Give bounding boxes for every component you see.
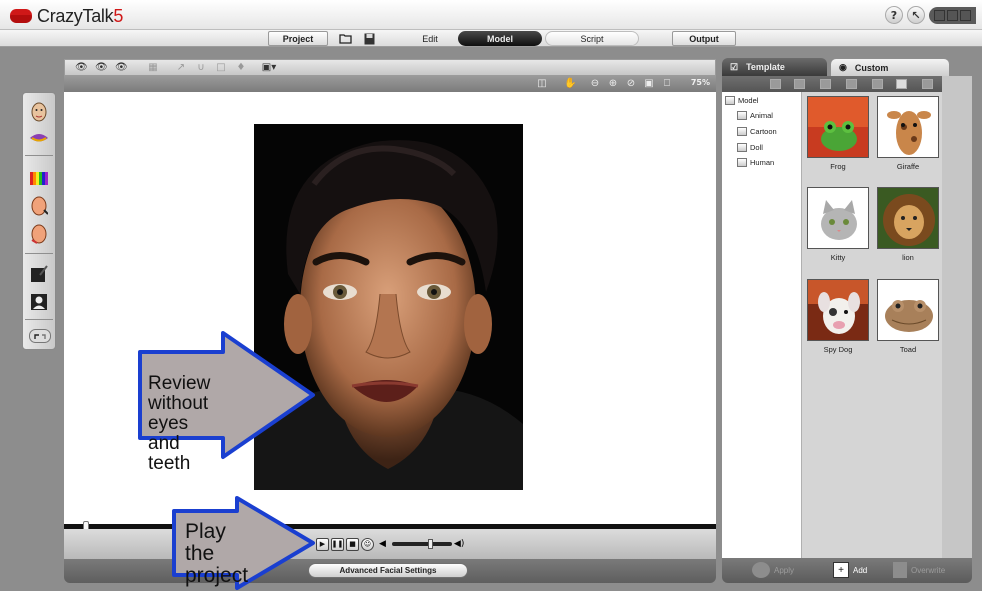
app-logo: CrazyTalk5: [10, 6, 123, 26]
volume-slider[interactable]: [391, 539, 452, 549]
app-name: CrazyTalk5: [37, 5, 124, 26]
close-button[interactable]: [960, 9, 971, 21]
play-button[interactable]: ▶: [316, 537, 329, 551]
eye-view-icon[interactable]: 👁: [95, 62, 108, 73]
project-mode-button[interactable]: Project: [268, 31, 328, 46]
model-tree: Model Animal Cartoon Doll Human: [722, 92, 802, 558]
thumbnail-toad[interactable]: [877, 279, 939, 341]
actual-size-icon[interactable]: ⎕: [661, 78, 673, 89]
mask-icon[interactable]: ▦: [147, 62, 159, 73]
restore-button[interactable]: [947, 9, 958, 21]
folder-icon[interactable]: [770, 79, 781, 89]
zoom-level: 75%: [690, 78, 710, 87]
left-toolbar: [22, 92, 56, 350]
face-fitting-icon[interactable]: [28, 195, 50, 217]
tree-item-animal[interactable]: Animal: [737, 111, 773, 120]
check-icon: ☑: [730, 61, 739, 72]
library-toolbar: [722, 76, 942, 92]
thumbnail-spy-dog[interactable]: [807, 279, 869, 341]
add-button[interactable]: + Add: [833, 562, 867, 578]
thumbnail-label: Frog: [830, 162, 846, 171]
tree-root-model[interactable]: Model: [725, 96, 758, 105]
thumbnail-giraffe[interactable]: [877, 96, 939, 158]
overwrite-button[interactable]: Overwrite: [893, 562, 945, 578]
lips-logo-icon: [10, 9, 32, 23]
title-bar-controls: ? ↖: [885, 6, 976, 24]
thumbnail-label: Kitty: [830, 253, 846, 262]
apply-icon: [752, 562, 770, 578]
thumbnail-label: Toad: [899, 345, 917, 354]
zoom-out-icon[interactable]: ⊖: [589, 78, 601, 89]
save-disk-icon[interactable]: [362, 31, 376, 46]
tab-custom[interactable]: ◉ Custom: [830, 58, 950, 76]
tree-item-human[interactable]: Human: [737, 158, 774, 167]
pointer-icon[interactable]: ↗: [175, 62, 187, 73]
tree-item-doll[interactable]: Doll: [737, 143, 763, 152]
background-mask-icon[interactable]: [28, 263, 50, 285]
thumbnail-frog[interactable]: [807, 96, 869, 158]
script-mode-button[interactable]: Script: [545, 31, 639, 46]
output-mode-button[interactable]: Output: [672, 31, 736, 46]
pause-button[interactable]: ❚❚: [331, 537, 344, 551]
viewport-toolbar: 👁 👁 👁 ▦ ↗ ∪ □ ♦ ▣▾: [64, 59, 716, 76]
play-callout-text: Play the project: [185, 520, 249, 588]
edit-mode-button[interactable]: Edit: [400, 31, 460, 46]
custom-icon: ◉: [839, 62, 847, 72]
undo-redo-icon[interactable]: [28, 325, 52, 347]
apply-button[interactable]: Apply: [752, 562, 794, 578]
window-controls: [929, 6, 976, 24]
page-icon[interactable]: [872, 79, 883, 89]
eye-view-icon[interactable]: 👁: [115, 62, 128, 73]
thumbnail-label: lion: [902, 253, 914, 262]
thumbnail-label: Spy Dog: [823, 345, 853, 354]
new-item-icon[interactable]: [794, 79, 805, 89]
stop-button[interactable]: ■: [346, 537, 359, 551]
cursor-mode-icon[interactable]: ↖: [907, 6, 925, 24]
panel-tabs: ☑ Template ◉ Custom: [722, 57, 982, 76]
camera-dropdown-icon[interactable]: ▣▾: [259, 62, 279, 73]
zoom-in-icon[interactable]: ⊕: [607, 78, 619, 89]
tab-template[interactable]: ☑ Template: [722, 58, 827, 76]
model-mode-button[interactable]: Model: [458, 31, 542, 46]
speaker-icon: ◀: [379, 539, 386, 549]
brush-icon[interactable]: ♦: [235, 62, 247, 73]
thumbnail-kitty[interactable]: [807, 187, 869, 249]
template-thumbnails: Frog Giraffe Kitty lion Spy Dog Toad: [802, 92, 942, 558]
overwrite-icon: [893, 562, 907, 578]
speaker-loud-icon: ◀): [453, 539, 465, 549]
review-callout-text: Review without eyes and teeth: [148, 373, 211, 474]
open-folder-icon[interactable]: [338, 31, 354, 46]
curve-icon[interactable]: ∪: [195, 62, 207, 73]
reset-zoom-icon[interactable]: ⊘: [625, 78, 637, 89]
advanced-facial-settings-button[interactable]: Advanced Facial Settings: [308, 563, 468, 578]
color-adjust-icon[interactable]: [28, 167, 50, 189]
fit-view-icon[interactable]: ◫: [536, 78, 548, 89]
frame-icon[interactable]: ▣: [643, 78, 655, 89]
title-bar: CrazyTalk5 ? ↖: [0, 0, 982, 30]
add-icon: +: [833, 562, 849, 578]
app-window: CrazyTalk5 ? ↖ Project Edit Model Script…: [0, 0, 982, 591]
help-button[interactable]: ?: [885, 6, 903, 24]
view-controls-bar: ◫ ✋ ⊖ ⊕ ⊘ ▣ ⎕ 75%: [64, 76, 716, 92]
face-import-icon[interactable]: [28, 101, 50, 123]
thumbnail-label: Giraffe: [896, 162, 920, 171]
paste-icon[interactable]: [846, 79, 857, 89]
loop-button[interactable]: ☺: [361, 537, 374, 551]
hand-pan-icon[interactable]: ✋: [564, 78, 576, 89]
mode-bar: Project Edit Model Script Output: [0, 30, 982, 47]
tree-item-cartoon[interactable]: Cartoon: [737, 127, 777, 136]
thumbnail-lion[interactable]: [877, 187, 939, 249]
library-scrollbar[interactable]: [942, 76, 972, 558]
eye-view-icon[interactable]: 👁: [75, 62, 88, 73]
copy-icon[interactable]: [820, 79, 831, 89]
face-orientation-icon[interactable]: [28, 223, 50, 245]
playback-controls: ▶ ❚❚ ■ ☺ ◀ ◀): [316, 537, 466, 551]
volume-knob[interactable]: [427, 539, 433, 549]
delete-icon[interactable]: [922, 79, 933, 89]
minimize-button[interactable]: [934, 9, 945, 21]
portrait-icon[interactable]: [28, 291, 50, 313]
page-icon[interactable]: □: [215, 62, 227, 73]
lips-tool-icon[interactable]: [28, 127, 50, 149]
thumbnail-view-icon[interactable]: [896, 79, 907, 89]
